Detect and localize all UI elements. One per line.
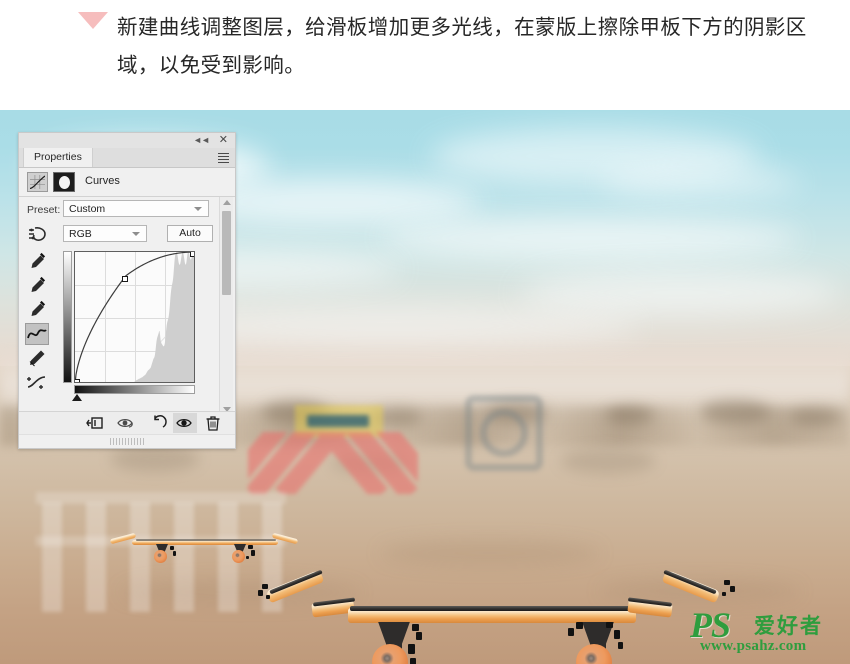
input-gradient-strip: [74, 385, 195, 394]
triangle-down-icon: [78, 12, 108, 29]
caption-text: 新建曲线调整图层，给滑板增加更多光线，在蒙版上擦除甲板下方的阴影区域，以免受到影…: [117, 15, 807, 77]
output-gradient-strip: [63, 251, 72, 383]
blurred-bush: [110, 446, 200, 472]
properties-panel: ◄◄ ✕ Properties Curves Preset: Custom RG…: [18, 132, 236, 449]
panel-titlebar[interactable]: ◄◄ ✕: [19, 133, 235, 149]
white-point-eyedropper-icon[interactable]: [25, 299, 49, 321]
blurred-bush: [560, 448, 656, 474]
tab-properties[interactable]: Properties: [23, 148, 93, 167]
blurred-bush: [700, 400, 770, 424]
adjustment-header: Curves: [19, 168, 235, 197]
ghost-sign-circle: [465, 395, 543, 471]
clip-to-layer-icon[interactable]: [83, 413, 107, 433]
panel-menu-icon[interactable]: [218, 153, 229, 163]
layer-mask-icon[interactable]: [53, 172, 75, 192]
caption-bar: 新建曲线调整图层，给滑板增加更多光线，在蒙版上擦除甲板下方的阴影区域，以免受到影…: [0, 0, 850, 110]
smooth-curve-icon[interactable]: [25, 371, 49, 393]
curve-control-point: [122, 276, 128, 282]
site-watermark: PS 爱好者 www.psahz.com: [682, 602, 842, 658]
channel-row: RGB Auto: [19, 223, 235, 247]
ground-streak: [380, 540, 600, 566]
toggle-layer-visibility-icon[interactable]: [173, 413, 197, 433]
view-previous-state-icon[interactable]: [115, 413, 139, 433]
panel-resize-grip[interactable]: [19, 434, 235, 448]
curves-thumbnail-icon[interactable]: [27, 172, 48, 192]
ghost-bar: [86, 502, 106, 612]
watermark-cn-text: 爱好者: [754, 614, 823, 638]
curve-control-point: [190, 252, 194, 257]
ghost-bar: [36, 492, 286, 504]
reset-adjustment-icon[interactable]: [147, 413, 171, 433]
collapse-double-chevron-icon[interactable]: ◄◄: [193, 135, 210, 145]
curve-line: [75, 252, 194, 382]
black-point-slider[interactable]: [72, 394, 82, 401]
chevron-down-icon: [194, 207, 202, 211]
blurred-bush: [606, 406, 654, 424]
pencil-draw-icon[interactable]: [25, 347, 49, 369]
close-icon[interactable]: ✕: [219, 133, 228, 146]
grip-dots-icon: [110, 438, 144, 445]
auto-button[interactable]: Auto: [167, 225, 213, 242]
curve-control-point: [75, 379, 80, 382]
delete-adjustment-icon[interactable]: [201, 413, 225, 433]
curve-edit-icon[interactable]: [25, 323, 49, 345]
preset-row: Preset: Custom: [19, 199, 235, 221]
scrollbar-thumb[interactable]: [222, 211, 231, 295]
panel-bottom-bar: [19, 411, 235, 434]
panel-tab-row: Properties: [19, 148, 235, 168]
targeted-adjustment-icon[interactable]: [27, 225, 49, 244]
curve-grid[interactable]: [74, 251, 195, 383]
preset-value: Custom: [69, 203, 106, 215]
ghost-chevron-sign: [248, 432, 418, 494]
chevron-up-icon[interactable]: [223, 200, 231, 205]
preset-label: Preset:: [27, 204, 61, 216]
gray-point-eyedropper-icon[interactable]: [25, 275, 49, 297]
adjustment-title: Curves: [85, 175, 120, 187]
channel-dropdown[interactable]: RGB: [63, 225, 147, 242]
curves-graph-area[interactable]: [63, 251, 195, 401]
skateboard-small: [109, 522, 300, 572]
cloud: [600, 165, 800, 199]
blurred-bush: [790, 408, 842, 426]
watermark-url-text: www.psahz.com: [700, 638, 807, 654]
black-point-eyedropper-icon[interactable]: [25, 251, 49, 273]
chevron-down-icon: [132, 232, 140, 236]
curves-tool-column: [25, 251, 51, 395]
cloud: [520, 270, 840, 316]
panel-scrollbar[interactable]: [219, 197, 233, 415]
ghost-bar: [42, 502, 62, 612]
cloud: [380, 218, 800, 258]
preset-dropdown[interactable]: Custom: [63, 200, 209, 217]
channel-value: RGB: [69, 228, 92, 240]
